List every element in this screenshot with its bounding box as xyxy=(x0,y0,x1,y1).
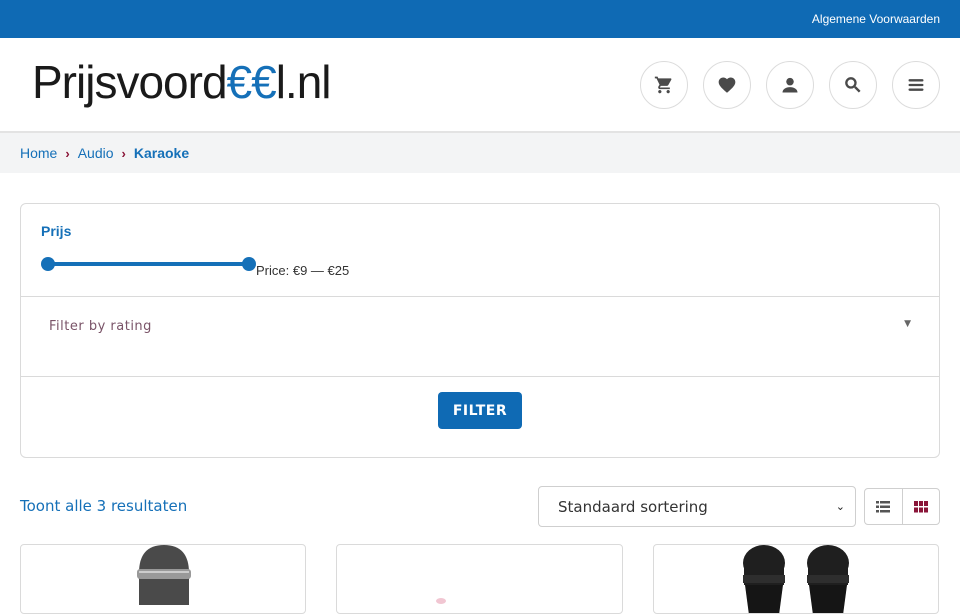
dropdown-arrow-icon: ▼ xyxy=(904,319,911,329)
top-bar: Algemene Voorwaarden xyxy=(0,0,960,38)
chevron-right-icon: › xyxy=(65,145,70,161)
filter-panel: Prijs Price: €9 — €25 Filter by rating ▼… xyxy=(20,203,940,458)
breadcrumb-current: Karaoke xyxy=(133,145,190,161)
price-slider-min-handle[interactable] xyxy=(41,257,55,271)
product-image xyxy=(436,598,446,604)
breadcrumb-audio[interactable]: Audio xyxy=(78,145,114,161)
menu-button[interactable] xyxy=(892,60,940,109)
wishlist-button[interactable] xyxy=(703,60,751,109)
filter-button[interactable]: FILTER xyxy=(438,392,522,429)
rating-select[interactable]: Filter by rating xyxy=(49,319,152,334)
logo-text-prijs: Prijs xyxy=(32,55,117,108)
price-slider-max-handle[interactable] xyxy=(242,257,256,271)
terms-link[interactable]: Algemene Voorwaarden xyxy=(812,12,940,26)
account-button[interactable] xyxy=(766,60,814,109)
breadcrumb: Home › Audio › Karaoke xyxy=(0,133,960,173)
grid-view-button[interactable] xyxy=(901,489,940,524)
logo-text-nl: l.nl xyxy=(275,55,332,108)
product-image xyxy=(137,545,191,605)
grid-view-icon xyxy=(913,500,928,512)
sort-selected-value: Standaard sortering xyxy=(558,497,708,516)
price-filter: Prijs Price: €9 — €25 xyxy=(21,204,939,297)
cart-icon xyxy=(654,76,672,93)
menu-icon xyxy=(908,78,924,91)
logo-text-euros: €€ xyxy=(226,55,277,108)
header-icons xyxy=(640,60,940,109)
filter-button-row: FILTER xyxy=(21,377,939,457)
cart-button[interactable] xyxy=(640,60,688,109)
sort-select[interactable]: Standaard sortering ⌄ xyxy=(538,486,856,527)
price-filter-title: Prijs xyxy=(41,223,72,239)
breadcrumb-home[interactable]: Home xyxy=(20,145,57,161)
heart-icon xyxy=(718,77,736,93)
result-count: Toont alle 3 resultaten xyxy=(20,497,188,515)
price-range-label: Price: €9 — €25 xyxy=(256,263,350,278)
search-icon xyxy=(845,76,861,93)
product-image xyxy=(743,545,849,613)
chevron-right-icon: › xyxy=(121,145,126,161)
search-button[interactable] xyxy=(829,60,877,109)
product-card[interactable] xyxy=(336,544,623,614)
rating-filter: Filter by rating ▼ xyxy=(21,297,939,377)
user-icon xyxy=(782,77,798,92)
logo-text-voord: voord xyxy=(116,55,227,108)
view-toggle xyxy=(864,488,940,525)
site-logo[interactable]: Prijsvoord€€l.nl xyxy=(32,55,332,108)
product-card[interactable] xyxy=(653,544,939,614)
chevron-down-icon: ⌄ xyxy=(835,500,845,513)
list-view-button[interactable] xyxy=(865,489,902,524)
site-header: Prijsvoord€€l.nl xyxy=(0,38,960,133)
product-card[interactable] xyxy=(20,544,306,614)
list-view-icon xyxy=(876,500,891,512)
price-slider-track[interactable] xyxy=(41,257,256,271)
